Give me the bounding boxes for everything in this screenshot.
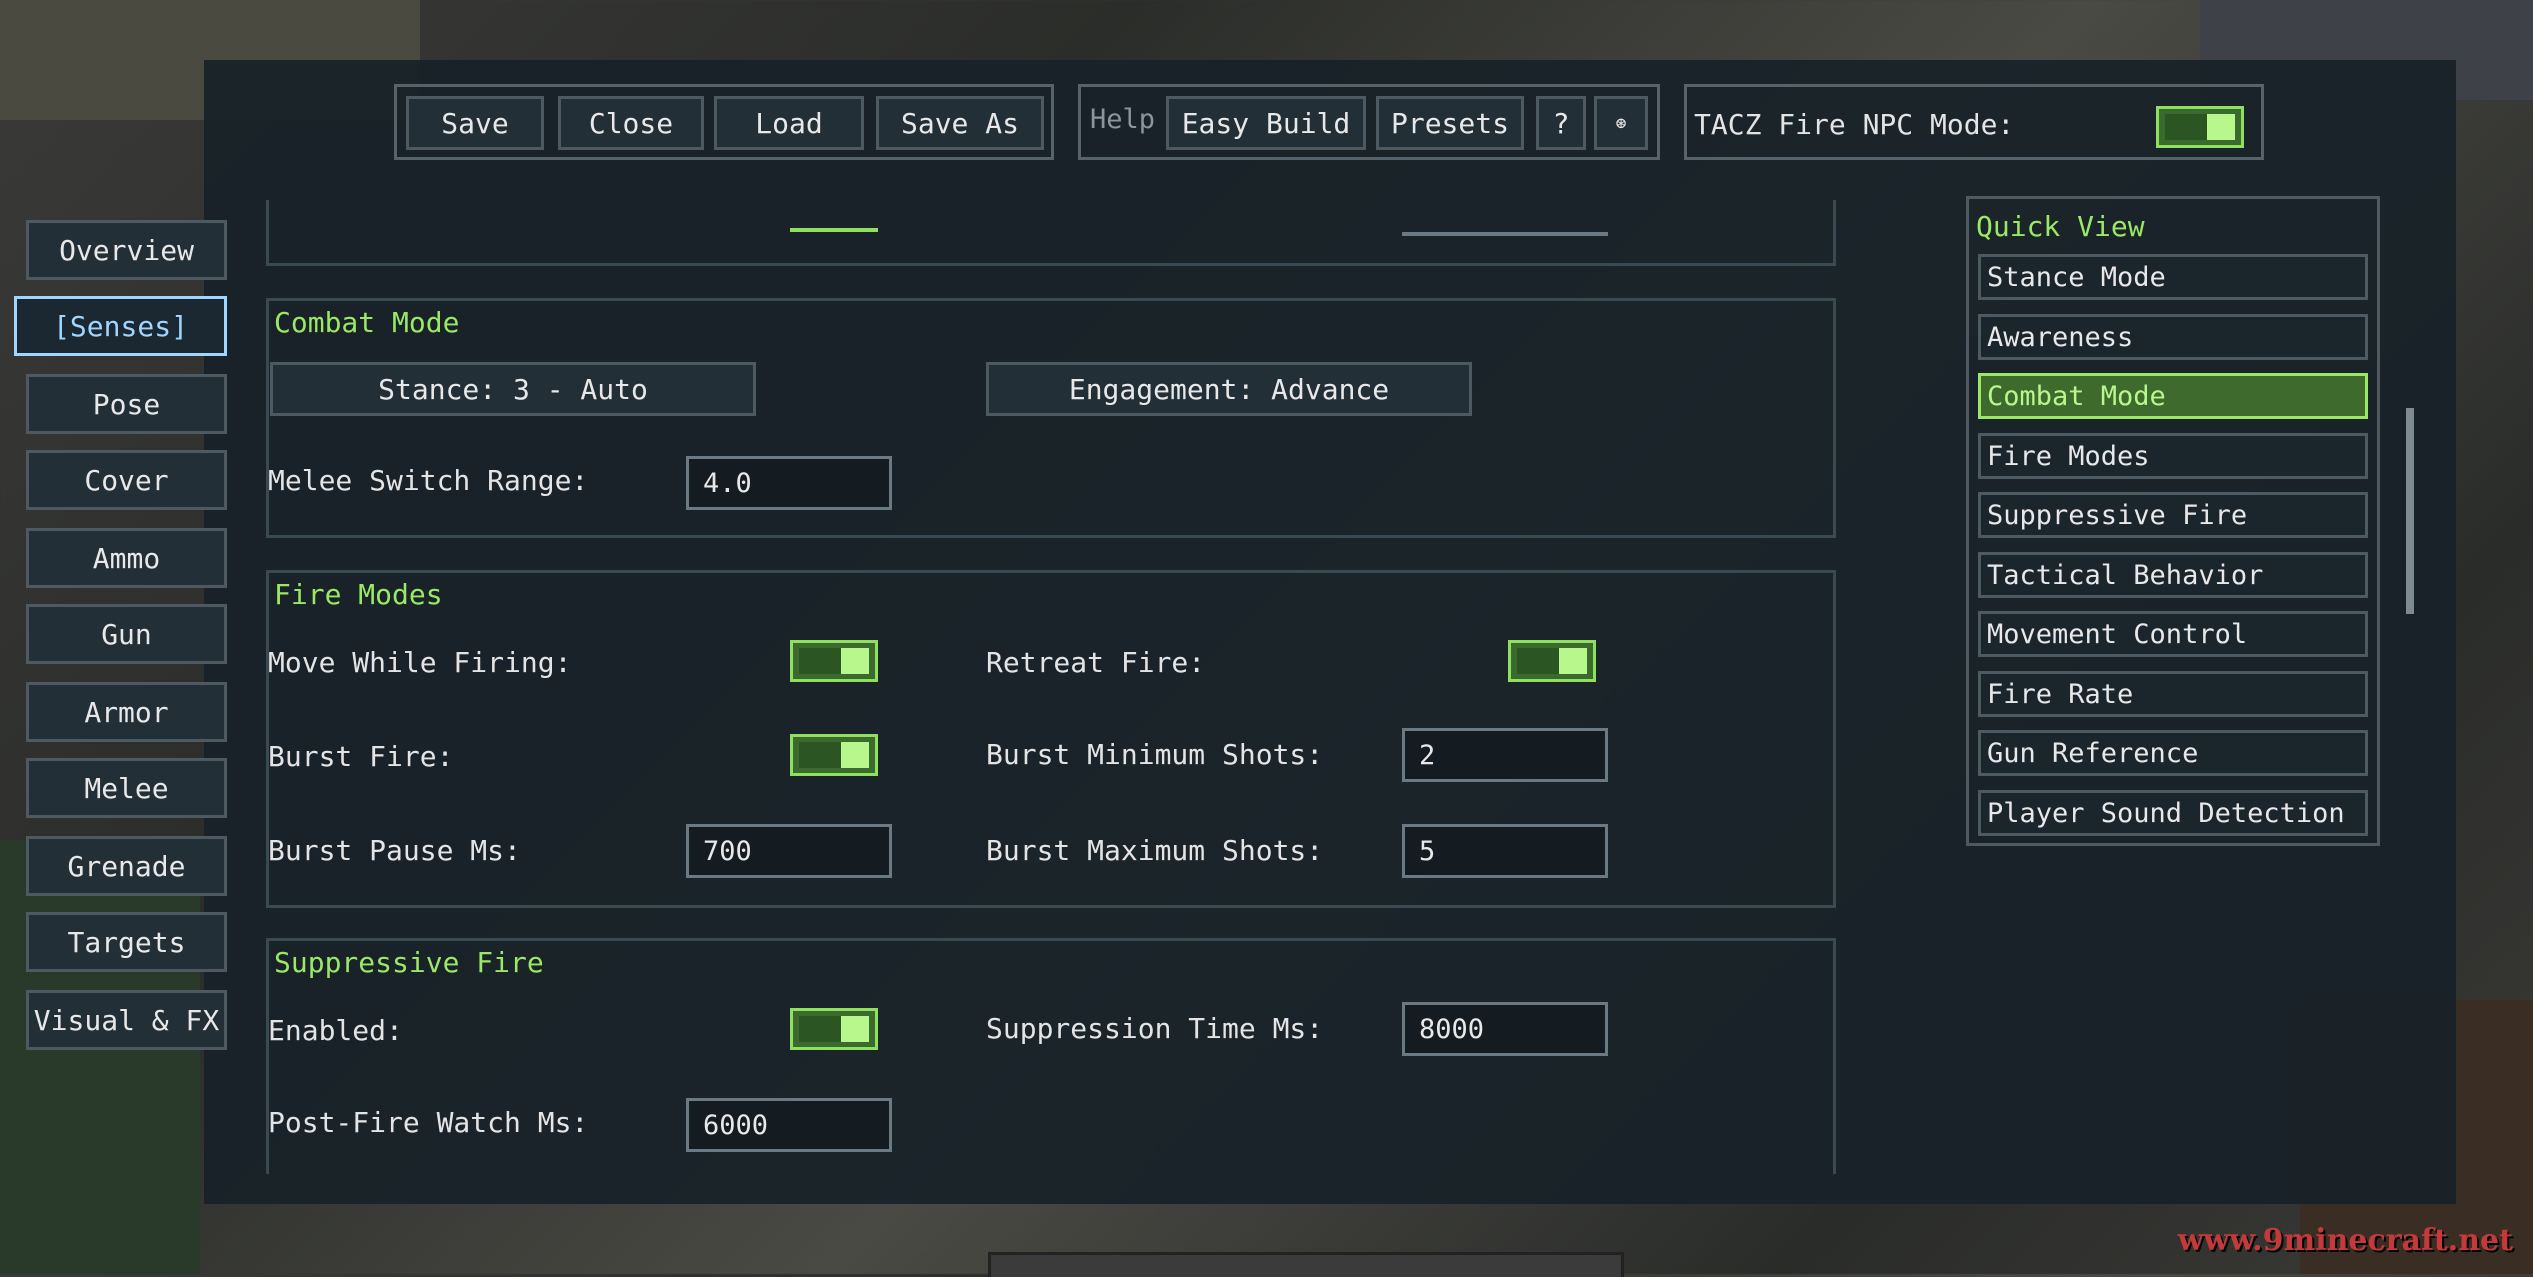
presets-button[interactable]: Presets — [1376, 96, 1524, 150]
suppression-time-label: Suppression Time Ms: — [986, 1012, 1324, 1045]
burst-fire-toggle[interactable] — [790, 734, 878, 776]
toggle-track — [799, 742, 841, 768]
toggle-knob — [841, 742, 869, 768]
burst-pause-field[interactable]: 700 — [686, 824, 892, 878]
sidebar-item-overview[interactable]: Overview — [26, 220, 227, 280]
content-scrollbar[interactable] — [2406, 408, 2414, 614]
toggle-track — [799, 1016, 841, 1042]
quick-view-item-fire-modes[interactable]: Fire Modes — [1978, 433, 2368, 479]
suppressive-enabled-toggle[interactable] — [790, 1008, 878, 1050]
world-block — [0, 840, 200, 1274]
sidebar-item-visual-fx[interactable]: Visual & FX — [26, 990, 227, 1050]
quick-view-item-stance-mode[interactable]: Stance Mode — [1978, 254, 2368, 300]
help-label: Help — [1090, 104, 1156, 135]
post-fire-watch-label: Post-Fire Watch Ms: — [268, 1106, 589, 1139]
toggle-track — [2165, 114, 2207, 140]
sidebar-item-pose[interactable]: Pose — [26, 374, 227, 434]
combat-mode-title: Combat Mode — [274, 306, 460, 339]
move-while-firing-label: Move While Firing: — [268, 646, 572, 679]
quick-view-title: Quick View — [1976, 210, 2145, 243]
suppressive-fire-title: Suppressive Fire — [274, 946, 544, 979]
melee-switch-label: Melee Switch Range: — [268, 464, 589, 497]
burst-max-label: Burst Maximum Shots: — [986, 834, 1324, 867]
save-as-button[interactable]: Save As — [876, 96, 1044, 150]
help-question-button[interactable]: ? — [1536, 96, 1586, 150]
burst-min-label: Burst Minimum Shots: — [986, 738, 1324, 771]
sidebar-item-gun[interactable]: Gun — [26, 604, 227, 664]
quick-view-item-suppressive-fire[interactable]: Suppressive Fire — [1978, 492, 2368, 538]
melee-switch-field[interactable]: 4.0 — [686, 456, 892, 510]
sidebar-item-cover[interactable]: Cover — [26, 450, 227, 510]
post-fire-watch-field[interactable]: 6000 — [686, 1098, 892, 1152]
clipped-field-edge — [1402, 232, 1608, 236]
hotbar — [988, 1252, 1624, 1277]
burst-fire-label: Burst Fire: — [268, 740, 454, 773]
burst-pause-label: Burst Pause Ms: — [268, 834, 521, 867]
toggle-knob — [1559, 648, 1587, 674]
quick-view-item-tactical-behavior[interactable]: Tactical Behavior — [1978, 552, 2368, 598]
move-while-firing-toggle[interactable] — [790, 640, 878, 682]
toggle-knob — [841, 1016, 869, 1042]
retreat-fire-label: Retreat Fire: — [986, 646, 1206, 679]
stance-button[interactable]: Stance: 3 - Auto — [270, 362, 756, 416]
npc-mode-toggle[interactable] — [2156, 106, 2244, 148]
save-button[interactable]: Save — [406, 96, 544, 150]
sidebar-item-senses[interactable]: [Senses] — [14, 296, 227, 356]
engagement-button[interactable]: Engagement: Advance — [986, 362, 1472, 416]
fire-modes-title: Fire Modes — [274, 578, 443, 611]
easy-build-button[interactable]: Easy Build — [1166, 96, 1366, 150]
burst-min-field[interactable]: 2 — [1402, 728, 1608, 782]
quick-view-item-awareness[interactable]: Awareness — [1978, 314, 2368, 360]
sidebar-item-targets[interactable]: Targets — [26, 912, 227, 972]
retreat-fire-toggle[interactable] — [1508, 640, 1596, 682]
suppression-time-field[interactable]: 8000 — [1402, 1002, 1608, 1056]
quick-view-item-gun-reference[interactable]: Gun Reference — [1978, 730, 2368, 776]
sidebar-item-armor[interactable]: Armor — [26, 682, 227, 742]
quick-view-item-fire-rate[interactable]: Fire Rate — [1978, 671, 2368, 717]
toggle-track — [799, 648, 841, 674]
quick-view-item-combat-mode[interactable]: Combat Mode — [1978, 373, 2368, 419]
watermark: www.9minecraft.net — [2177, 1223, 2513, 1258]
toggle-knob — [841, 648, 869, 674]
npc-mode-label: TACZ Fire NPC Mode: — [1694, 108, 2015, 141]
toggle-track — [1517, 648, 1559, 674]
toggle-knob — [2207, 114, 2235, 140]
enabled-label: Enabled: — [268, 1014, 403, 1047]
burst-max-field[interactable]: 5 — [1402, 824, 1608, 878]
load-button[interactable]: Load — [714, 96, 864, 150]
sidebar-item-grenade[interactable]: Grenade — [26, 836, 227, 896]
quick-view-item-player-sound-detection[interactable]: Player Sound Detection — [1978, 790, 2368, 836]
quick-view-item-movement-control[interactable]: Movement Control — [1978, 611, 2368, 657]
sidebar-item-melee[interactable]: Melee — [26, 758, 227, 818]
clipped-toggle-edge — [790, 228, 878, 232]
settings-icon[interactable]: ⊛ — [1594, 96, 1648, 150]
close-button[interactable]: Close — [558, 96, 704, 150]
combat-mode-section — [266, 298, 1836, 538]
sidebar-item-ammo[interactable]: Ammo — [26, 528, 227, 588]
